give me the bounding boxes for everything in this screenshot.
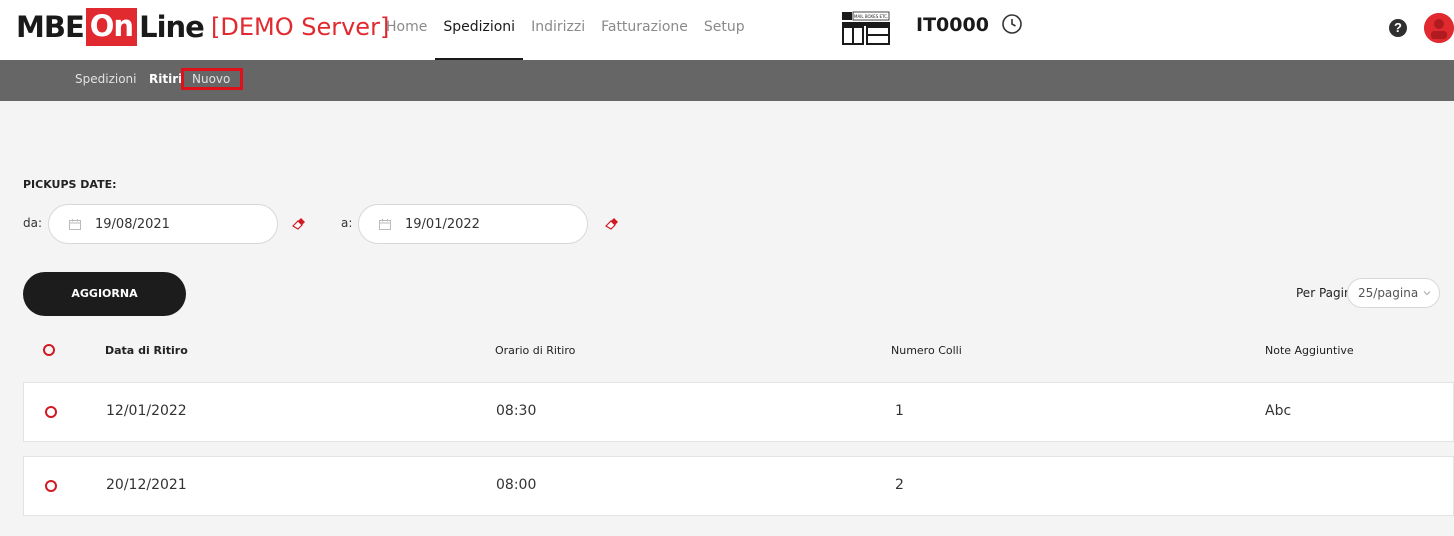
per-page-value: 25/pagina [1358, 286, 1419, 300]
pickup-time-cell: 08:30 [496, 403, 537, 419]
clock-icon[interactable] [1001, 13, 1023, 35]
row-select-radio[interactable] [45, 406, 57, 418]
column-header-time[interactable]: Orario di Ritiro [495, 344, 575, 357]
logo-mbe-text: MBE [16, 10, 85, 44]
per-page-select[interactable]: 25/pagina [1347, 278, 1440, 308]
user-avatar[interactable] [1424, 13, 1454, 43]
column-header-date[interactable]: Data di Ritiro [105, 344, 188, 357]
to-date-input[interactable]: 19/01/2022 [358, 204, 588, 244]
from-date-label: da: [23, 216, 43, 230]
nav-item-home[interactable]: Home [378, 0, 435, 60]
table-row[interactable]: 12/01/2022 08:30 1 Abc [23, 382, 1454, 442]
eraser-icon-from[interactable] [292, 217, 306, 231]
server-label: [DEMO Server] [211, 13, 390, 41]
column-header-packages[interactable]: Numero Colli [891, 344, 962, 357]
subnav-item-spedizioni[interactable]: Spedizioni [75, 72, 136, 86]
nav-item-setup[interactable]: Setup [696, 0, 753, 60]
user-avatar-icon [1424, 13, 1454, 43]
package-count-cell: 1 [895, 403, 904, 419]
to-date-value: 19/01/2022 [405, 216, 480, 232]
aggiorna-button[interactable]: AGGIORNA [23, 272, 186, 316]
to-date-label: a: [341, 216, 353, 230]
logo-on-text: On [85, 8, 138, 46]
help-icon[interactable]: ? [1389, 19, 1407, 37]
store-code: IT0000 [916, 14, 989, 36]
top-header: MBE On Line [DEMO Server] Home Spedizioni … [0, 0, 1454, 60]
select-all-radio[interactable] [43, 344, 55, 356]
mbe-online-logo[interactable]: MBE On Line [16, 8, 205, 46]
pickups-date-label: PICKUPS DATE: [23, 178, 117, 191]
nav-item-fatturazione[interactable]: Fatturazione [593, 0, 696, 60]
store-icon-text: MAIL BOXES ETC. [854, 14, 888, 19]
chevron-down-icon [1423, 291, 1431, 296]
notes-cell: Abc [1265, 403, 1292, 419]
store-front-icon: MAIL BOXES ETC. [842, 11, 890, 45]
calendar-icon [69, 218, 81, 230]
logo-line-text: Line [139, 10, 205, 44]
calendar-icon [379, 218, 391, 230]
package-count-cell: 2 [895, 477, 904, 493]
nav-item-spedizioni[interactable]: Spedizioni [435, 0, 523, 60]
from-date-value: 19/08/2021 [95, 216, 170, 232]
from-date-input[interactable]: 19/08/2021 [48, 204, 278, 244]
nav-item-indirizzi[interactable]: Indirizzi [523, 0, 593, 60]
subnav-item-ritiri[interactable]: Ritiri [149, 72, 182, 86]
main-nav: Home Spedizioni Indirizzi Fatturazione S… [378, 0, 753, 60]
row-select-radio[interactable] [45, 480, 57, 492]
nuovo-highlight-box [181, 68, 243, 90]
eraser-icon-to[interactable] [605, 217, 619, 231]
table-row[interactable]: 20/12/2021 08:00 2 [23, 456, 1454, 516]
pickup-date-cell: 12/01/2022 [106, 403, 187, 419]
pickup-date-cell: 20/12/2021 [106, 477, 187, 493]
column-header-notes[interactable]: Note Aggiuntive [1265, 344, 1354, 357]
pickup-time-cell: 08:00 [496, 477, 537, 493]
